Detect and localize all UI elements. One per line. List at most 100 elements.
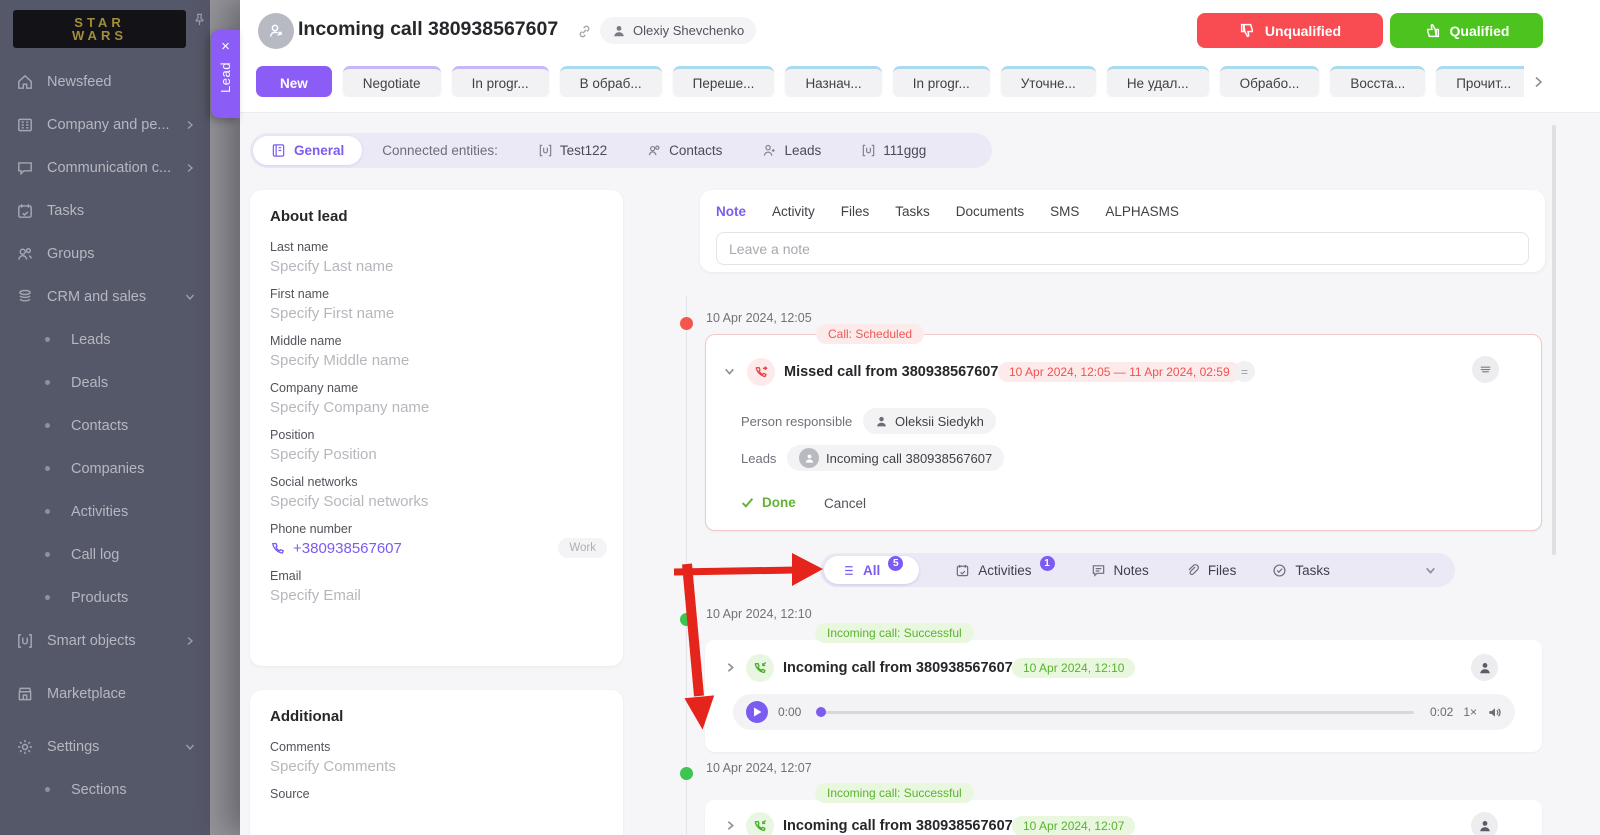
tab-alphasms[interactable]: ALPHASMS: [1105, 204, 1179, 219]
link-icon[interactable]: [576, 23, 593, 40]
sidebar-item-groups[interactable]: Groups: [0, 232, 210, 275]
priority-icon[interactable]: =: [1234, 361, 1255, 382]
field-source[interactable]: Source: [270, 787, 603, 801]
person-responsible-label: Person responsible: [741, 414, 853, 429]
sidebar-item-call-log[interactable]: Call log: [0, 533, 210, 576]
volume-icon[interactable]: [1487, 705, 1502, 720]
stage-ne-udal[interactable]: Не удал...: [1106, 66, 1209, 97]
stage-negotiate[interactable]: Negotiate: [342, 66, 441, 97]
tab-contacts[interactable]: Contacts: [647, 143, 722, 158]
stage-in-progress-2[interactable]: In progr...: [892, 66, 990, 97]
expand-icon[interactable]: [724, 819, 737, 832]
field-social-networks[interactable]: Social networks Specify Social networks: [270, 475, 603, 510]
sidebar-item-contacts[interactable]: Contacts: [0, 404, 210, 447]
tab-activity[interactable]: Activity: [772, 204, 815, 219]
activity-title: Incoming call from 380938567607: [783, 660, 1013, 676]
filter-all[interactable]: All 5: [824, 555, 920, 584]
pin-icon[interactable]: [192, 12, 207, 27]
filter-chevron-down-icon[interactable]: [1424, 564, 1437, 577]
filter-tasks[interactable]: Tasks: [1272, 563, 1330, 578]
field-first-name[interactable]: First name Specify First name: [270, 287, 603, 322]
qualified-label: Qualified: [1449, 22, 1510, 39]
filter-files[interactable]: Files: [1185, 563, 1236, 578]
seek-knob[interactable]: [816, 707, 827, 717]
sidebar-item-deals[interactable]: Deals: [0, 361, 210, 404]
sidebar-item-company[interactable]: Company and pe...: [0, 103, 210, 146]
phone-link[interactable]: +380938567607: [270, 540, 603, 557]
stage-prochit[interactable]: Прочит...: [1436, 66, 1524, 97]
stage-naznach[interactable]: Назнач...: [785, 66, 882, 97]
field-position[interactable]: Position Specify Position: [270, 428, 603, 463]
tab-documents[interactable]: Documents: [956, 204, 1024, 219]
owner-chip[interactable]: Olexiy Shevchenko: [600, 17, 757, 44]
collapse-icon[interactable]: [723, 365, 736, 378]
stage-v-obrab[interactable]: В обраб...: [559, 66, 662, 97]
tab-tasks[interactable]: Tasks: [895, 204, 930, 219]
qualified-button[interactable]: Qualified: [1390, 13, 1543, 48]
store-icon: [16, 685, 34, 703]
tab-leads[interactable]: Leads: [762, 143, 821, 158]
field-email[interactable]: Email Specify Email: [270, 569, 603, 604]
bullet-icon: [45, 509, 50, 514]
tab-sms[interactable]: SMS: [1050, 204, 1079, 219]
stage-pereshe[interactable]: Переше...: [672, 66, 775, 97]
tab-test122[interactable]: Test122: [538, 143, 607, 158]
stage-vossta[interactable]: Восста...: [1330, 66, 1426, 97]
sidebar-item-sections[interactable]: Sections: [0, 768, 210, 811]
tab-general[interactable]: General: [253, 136, 363, 165]
panel-scrollbar[interactable]: [1552, 125, 1556, 555]
sidebar-item-marketplace[interactable]: Marketplace: [0, 672, 210, 715]
lead-avatar: [799, 448, 819, 468]
stage-new[interactable]: New: [256, 66, 332, 97]
sidebar-item-tasks[interactable]: Tasks: [0, 189, 210, 232]
expand-icon[interactable]: [724, 661, 737, 674]
stage-in-progress-1[interactable]: In progr...: [451, 66, 549, 97]
field-last-name[interactable]: Last name Specify Last name: [270, 240, 603, 275]
stages-scroll-right-icon[interactable]: [1530, 74, 1546, 90]
sidebar-item-smart-objects[interactable]: Smart objects: [0, 619, 210, 662]
lead-panel-tab[interactable]: × Lead: [211, 30, 240, 118]
play-button[interactable]: [746, 701, 768, 723]
close-icon[interactable]: ×: [221, 39, 230, 54]
unqualified-button[interactable]: Unqualified: [1197, 13, 1383, 48]
tab-note[interactable]: Note: [716, 204, 746, 219]
assignee-avatar[interactable]: [1472, 356, 1499, 383]
filter-activities[interactable]: Activities 1: [955, 555, 1055, 578]
chevron-right-icon: [184, 162, 196, 174]
sidebar-item-newsfeed[interactable]: Newsfeed: [0, 60, 210, 103]
sidebar-item-settings[interactable]: Settings: [0, 725, 210, 768]
sidebar-item-label: Deals: [71, 374, 109, 391]
sidebar-item-products[interactable]: Products: [0, 576, 210, 619]
filter-notes[interactable]: Notes: [1091, 563, 1149, 578]
app-logo[interactable]: STAR WARS: [13, 10, 186, 48]
field-company-name[interactable]: Company name Specify Company name: [270, 381, 603, 416]
phone-type-badge: Work: [558, 538, 607, 558]
sidebar-item-label: Contacts: [71, 417, 129, 434]
status-badge: Incoming call: Successful: [815, 623, 974, 643]
sidebar-item-activities[interactable]: Activities: [0, 490, 210, 533]
seek-bar[interactable]: [816, 707, 1414, 717]
field-comments[interactable]: Comments Specify Comments: [270, 740, 603, 775]
sidebar-item-communication[interactable]: Communication c...: [0, 146, 210, 189]
cancel-button[interactable]: Cancel: [824, 496, 866, 511]
leads-label: Leads: [741, 451, 777, 466]
sidebar-item-leads[interactable]: Leads: [0, 318, 210, 361]
sidebar-item-crm[interactable]: CRM and sales: [0, 275, 210, 318]
tab-111ggg[interactable]: 111ggg: [861, 143, 926, 158]
activity-card-missed-call: Call: Scheduled Missed call from 3809385…: [705, 324, 1542, 531]
assignee-avatar[interactable]: [1471, 654, 1498, 681]
stage-utochne[interactable]: Уточне...: [1000, 66, 1096, 97]
tab-files[interactable]: Files: [841, 204, 870, 219]
lead-chip[interactable]: Incoming call 380938567607: [787, 445, 1005, 471]
done-button[interactable]: Done: [741, 495, 796, 510]
assignee-avatar[interactable]: [1471, 812, 1498, 835]
person-responsible-chip[interactable]: Oleksii Siedykh: [863, 408, 996, 434]
playback-rate[interactable]: 1×: [1463, 705, 1477, 719]
sidebar-item-companies[interactable]: Companies: [0, 447, 210, 490]
about-lead-card: About lead Last name Specify Last name F…: [250, 190, 623, 666]
note-input[interactable]: [716, 232, 1529, 265]
stage-obrabo[interactable]: Обрабо...: [1219, 66, 1320, 97]
field-middle-name[interactable]: Middle name Specify Middle name: [270, 334, 603, 369]
status-badge: Incoming call: Successful: [815, 783, 974, 803]
sidebar-item-label: Activities: [71, 503, 129, 520]
